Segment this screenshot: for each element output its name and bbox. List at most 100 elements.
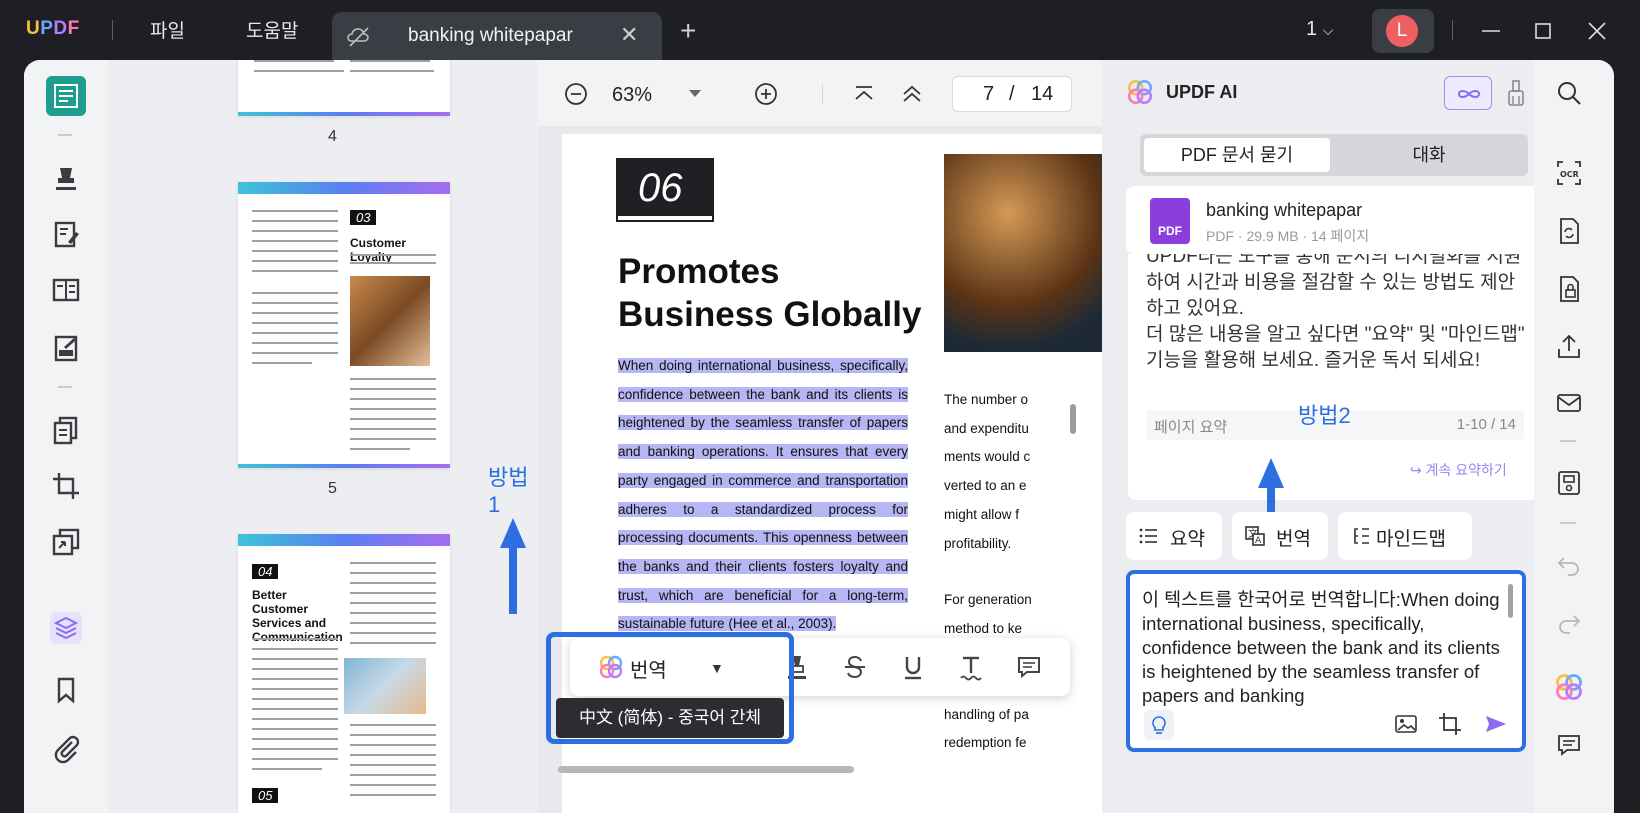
cleanup-icon[interactable] — [1504, 78, 1528, 108]
reader-tool[interactable] — [46, 76, 86, 116]
tab-pdf-ask[interactable]: PDF 문서 묻기 — [1144, 138, 1330, 172]
prompt-text[interactable]: 이 텍스트를 한국어로 번역합니다:When doing internation… — [1142, 588, 1508, 708]
organize-icon[interactable] — [48, 412, 84, 448]
attachment-icon[interactable] — [48, 730, 84, 766]
previous-page-icon[interactable] — [898, 80, 926, 108]
thumb-section-number: 05 — [252, 788, 279, 803]
menu-file[interactable]: 파일 — [150, 16, 185, 43]
tab-chat[interactable]: 대화 — [1336, 138, 1522, 172]
send-icon[interactable] — [1482, 710, 1510, 738]
summary-label: 페이지 요약 — [1154, 419, 1228, 436]
text-line: The number o — [944, 392, 1029, 407]
thumb-photo — [344, 658, 426, 714]
left-toolbar — [24, 60, 106, 813]
mindmap-icon — [1354, 528, 1369, 544]
zoom-dropdown-icon[interactable] — [684, 82, 706, 104]
redo-icon[interactable] — [1554, 608, 1584, 638]
text-line — [350, 70, 434, 72]
bookmark-icon[interactable] — [48, 672, 84, 708]
form-icon[interactable] — [48, 330, 84, 366]
comment-icon[interactable] — [1014, 652, 1044, 682]
crop-icon[interactable] — [48, 468, 84, 504]
section-number: 06 — [638, 166, 683, 210]
summary-button[interactable]: 요약 — [1126, 512, 1222, 560]
close-window-icon[interactable] — [1582, 16, 1612, 46]
mindmap-button[interactable]: 마인드맵 — [1338, 512, 1472, 560]
share-icon[interactable] — [1554, 332, 1584, 362]
ai-mode-toggle[interactable] — [1444, 76, 1492, 110]
text-line — [350, 622, 436, 624]
text-line — [252, 688, 338, 690]
comments-icon[interactable] — [1554, 730, 1584, 760]
minimize-icon[interactable] — [1476, 16, 1506, 46]
document-tab[interactable]: banking whitepapar ✕ — [332, 12, 662, 62]
squiggly-icon[interactable] — [956, 652, 986, 682]
body-paragraph[interactable]: When doing international business, speci… — [618, 352, 908, 639]
convert-icon[interactable] — [48, 524, 84, 560]
horizontal-scrollbar[interactable] — [558, 766, 854, 773]
text-line — [252, 658, 338, 660]
selected-text[interactable]: When doing international business, speci… — [618, 358, 908, 632]
strikethrough-icon[interactable] — [840, 652, 870, 682]
lightbulb-icon[interactable] — [1144, 710, 1174, 740]
new-tab-icon[interactable]: + — [680, 17, 696, 45]
text-line — [350, 378, 436, 380]
text-line — [350, 388, 436, 390]
zoom-level[interactable]: 63% — [612, 84, 652, 107]
maximize-icon[interactable] — [1528, 16, 1558, 46]
underline-icon[interactable] — [898, 652, 928, 682]
page-number-input[interactable]: 7 / 14 — [952, 76, 1072, 112]
zoom-in-icon[interactable] — [752, 80, 780, 108]
thumb-footer-bar — [238, 464, 450, 468]
image-icon[interactable] — [1392, 710, 1420, 738]
undo-icon[interactable] — [1554, 550, 1584, 580]
protect-icon[interactable] — [1554, 274, 1584, 304]
thumbnail-number: 4 — [328, 128, 337, 145]
text-line — [252, 698, 338, 700]
save-icon[interactable] — [1554, 468, 1584, 498]
close-tab-icon[interactable]: ✕ — [620, 22, 638, 48]
divider — [1560, 440, 1576, 442]
search-icon[interactable] — [1554, 78, 1584, 108]
first-page-icon[interactable] — [850, 80, 878, 108]
thumbnail-page-6[interactable]: 04 Better Customer Services and Communic… — [238, 534, 450, 813]
thumbnail-number: 5 — [328, 480, 337, 497]
ocr-icon[interactable]: OCR — [1554, 158, 1584, 188]
thumb-photo — [350, 276, 430, 366]
convert-icon[interactable] — [1554, 216, 1584, 246]
text-line: profitability. — [944, 535, 1012, 551]
ai-prompt-input[interactable]: 이 텍스트를 한국어로 번역합니다:When doing internation… — [1126, 570, 1526, 752]
text-line: For generation — [944, 592, 1032, 607]
tab-count[interactable]: 1 ⌵ — [1306, 18, 1333, 41]
language-tooltip[interactable]: 中文 (简体) - 중국어 간체 — [556, 698, 784, 738]
screenshot-icon[interactable] — [1436, 710, 1464, 738]
app-logo: UPDF — [26, 18, 80, 39]
text-line — [350, 602, 436, 604]
text-line — [252, 240, 338, 242]
text-line — [350, 764, 436, 766]
vertical-scrollbar[interactable] — [1070, 404, 1076, 434]
page-layout-icon[interactable] — [48, 272, 84, 308]
file-card: PDF banking whitepapar PDF · 29.9 MB · 1… — [1126, 186, 1542, 254]
zoom-out-icon[interactable] — [562, 80, 590, 108]
divider — [1452, 20, 1453, 40]
translate-icon: 文A — [1245, 526, 1265, 546]
updf-ai-icon[interactable] — [1554, 672, 1584, 702]
text-line — [350, 592, 436, 594]
account-button[interactable]: L — [1372, 9, 1434, 53]
menu-help[interactable]: 도움말 — [246, 16, 298, 43]
thumbnail-page-4[interactable] — [238, 60, 450, 116]
email-icon[interactable] — [1554, 388, 1584, 418]
continue-summary-link[interactable]: ↪ 계속 요약하기 — [1410, 460, 1507, 480]
comment-icon[interactable] — [48, 160, 84, 196]
text-line — [252, 342, 338, 344]
input-scrollbar[interactable] — [1508, 584, 1513, 618]
mindmap-label: 마인드맵 — [1376, 529, 1446, 550]
translate-chip[interactable]: 文A 번역 — [1232, 512, 1328, 560]
layers-icon[interactable] — [48, 610, 84, 646]
thumbnail-page-5[interactable]: 03 Customer Loyalty — [238, 182, 450, 468]
text-line: and expenditu — [944, 420, 1029, 436]
edit-icon[interactable] — [48, 216, 84, 252]
svg-text:OCR: OCR — [1560, 170, 1579, 179]
text-line — [252, 738, 338, 740]
